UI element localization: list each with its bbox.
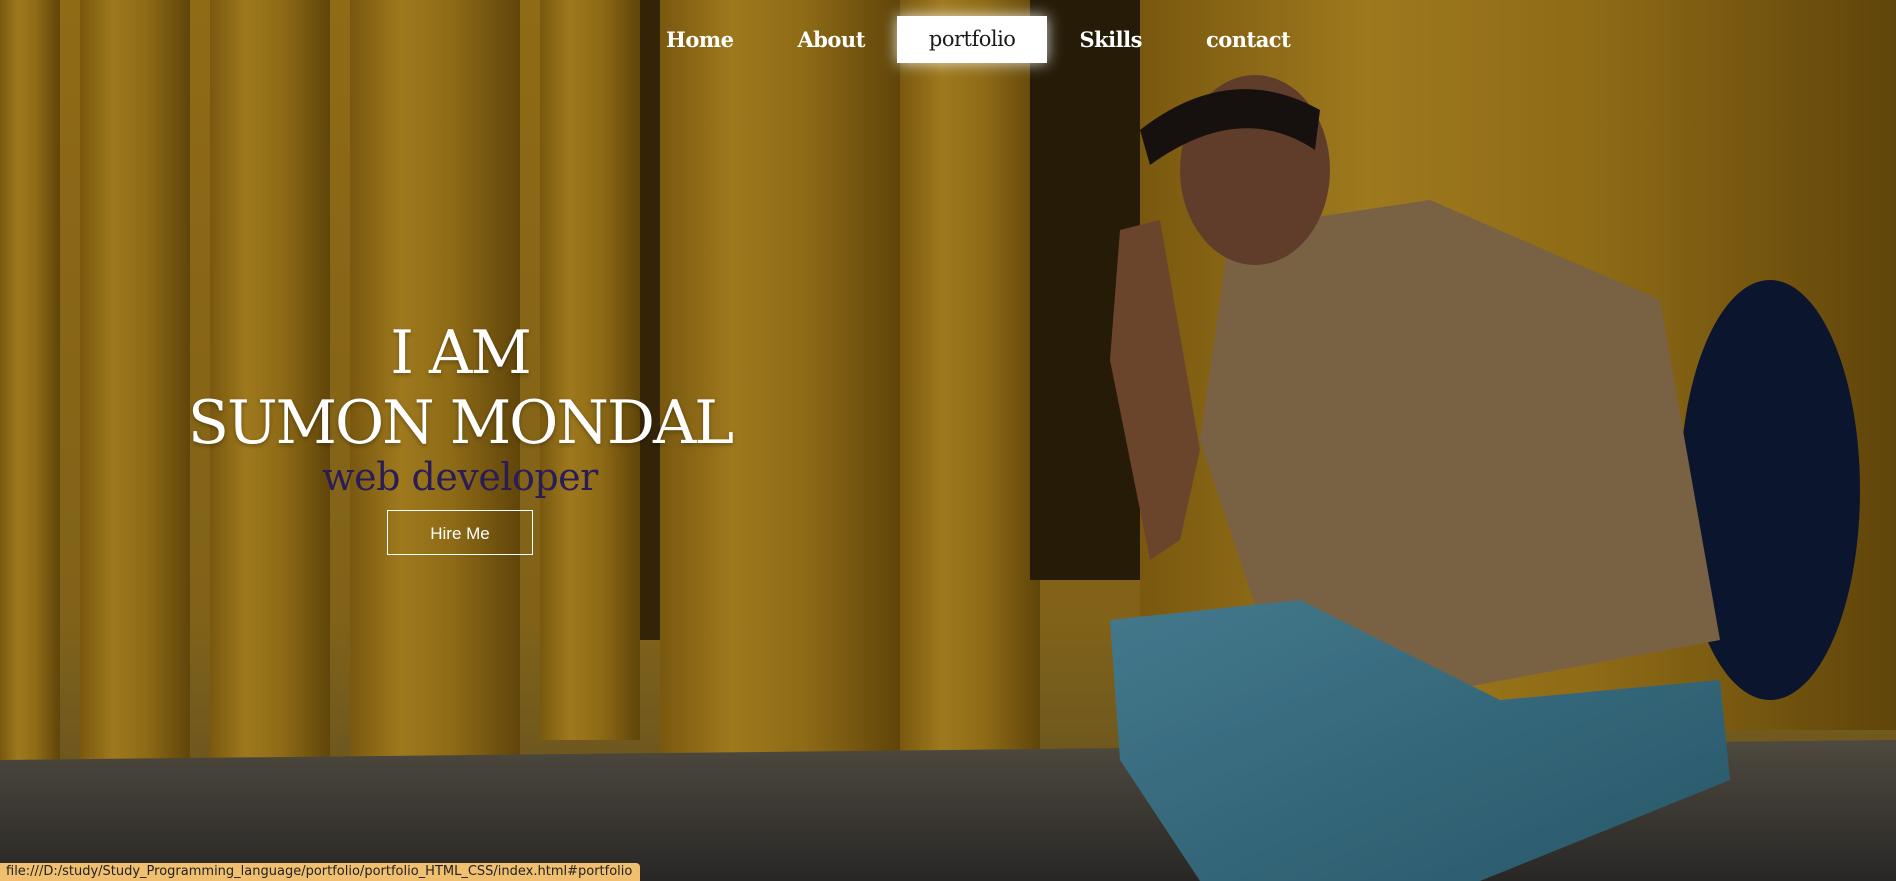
nav-item-home[interactable]: Home [634, 16, 765, 63]
top-nav: Home About portfolio Skills contact [634, 16, 1322, 63]
nav-item-portfolio[interactable]: portfolio [896, 16, 1048, 63]
hero-section: Home About portfolio Skills contact I AM… [0, 0, 1896, 881]
browser-status-url: file:///D:/study/Study_Programming_langu… [0, 863, 641, 881]
hire-me-button[interactable]: Hire Me [387, 510, 533, 555]
hero-heading-line1: I AM [390, 318, 532, 388]
hero-role: web developer [322, 455, 598, 499]
nav-item-about[interactable]: About [765, 16, 896, 63]
hero-heading-name: SUMON MONDAL [187, 388, 734, 458]
nav-item-contact[interactable]: contact [1174, 16, 1322, 63]
hero-intro: I AM SUMON MONDAL web developer Hire Me [170, 318, 750, 555]
nav-item-skills[interactable]: Skills [1047, 16, 1173, 63]
